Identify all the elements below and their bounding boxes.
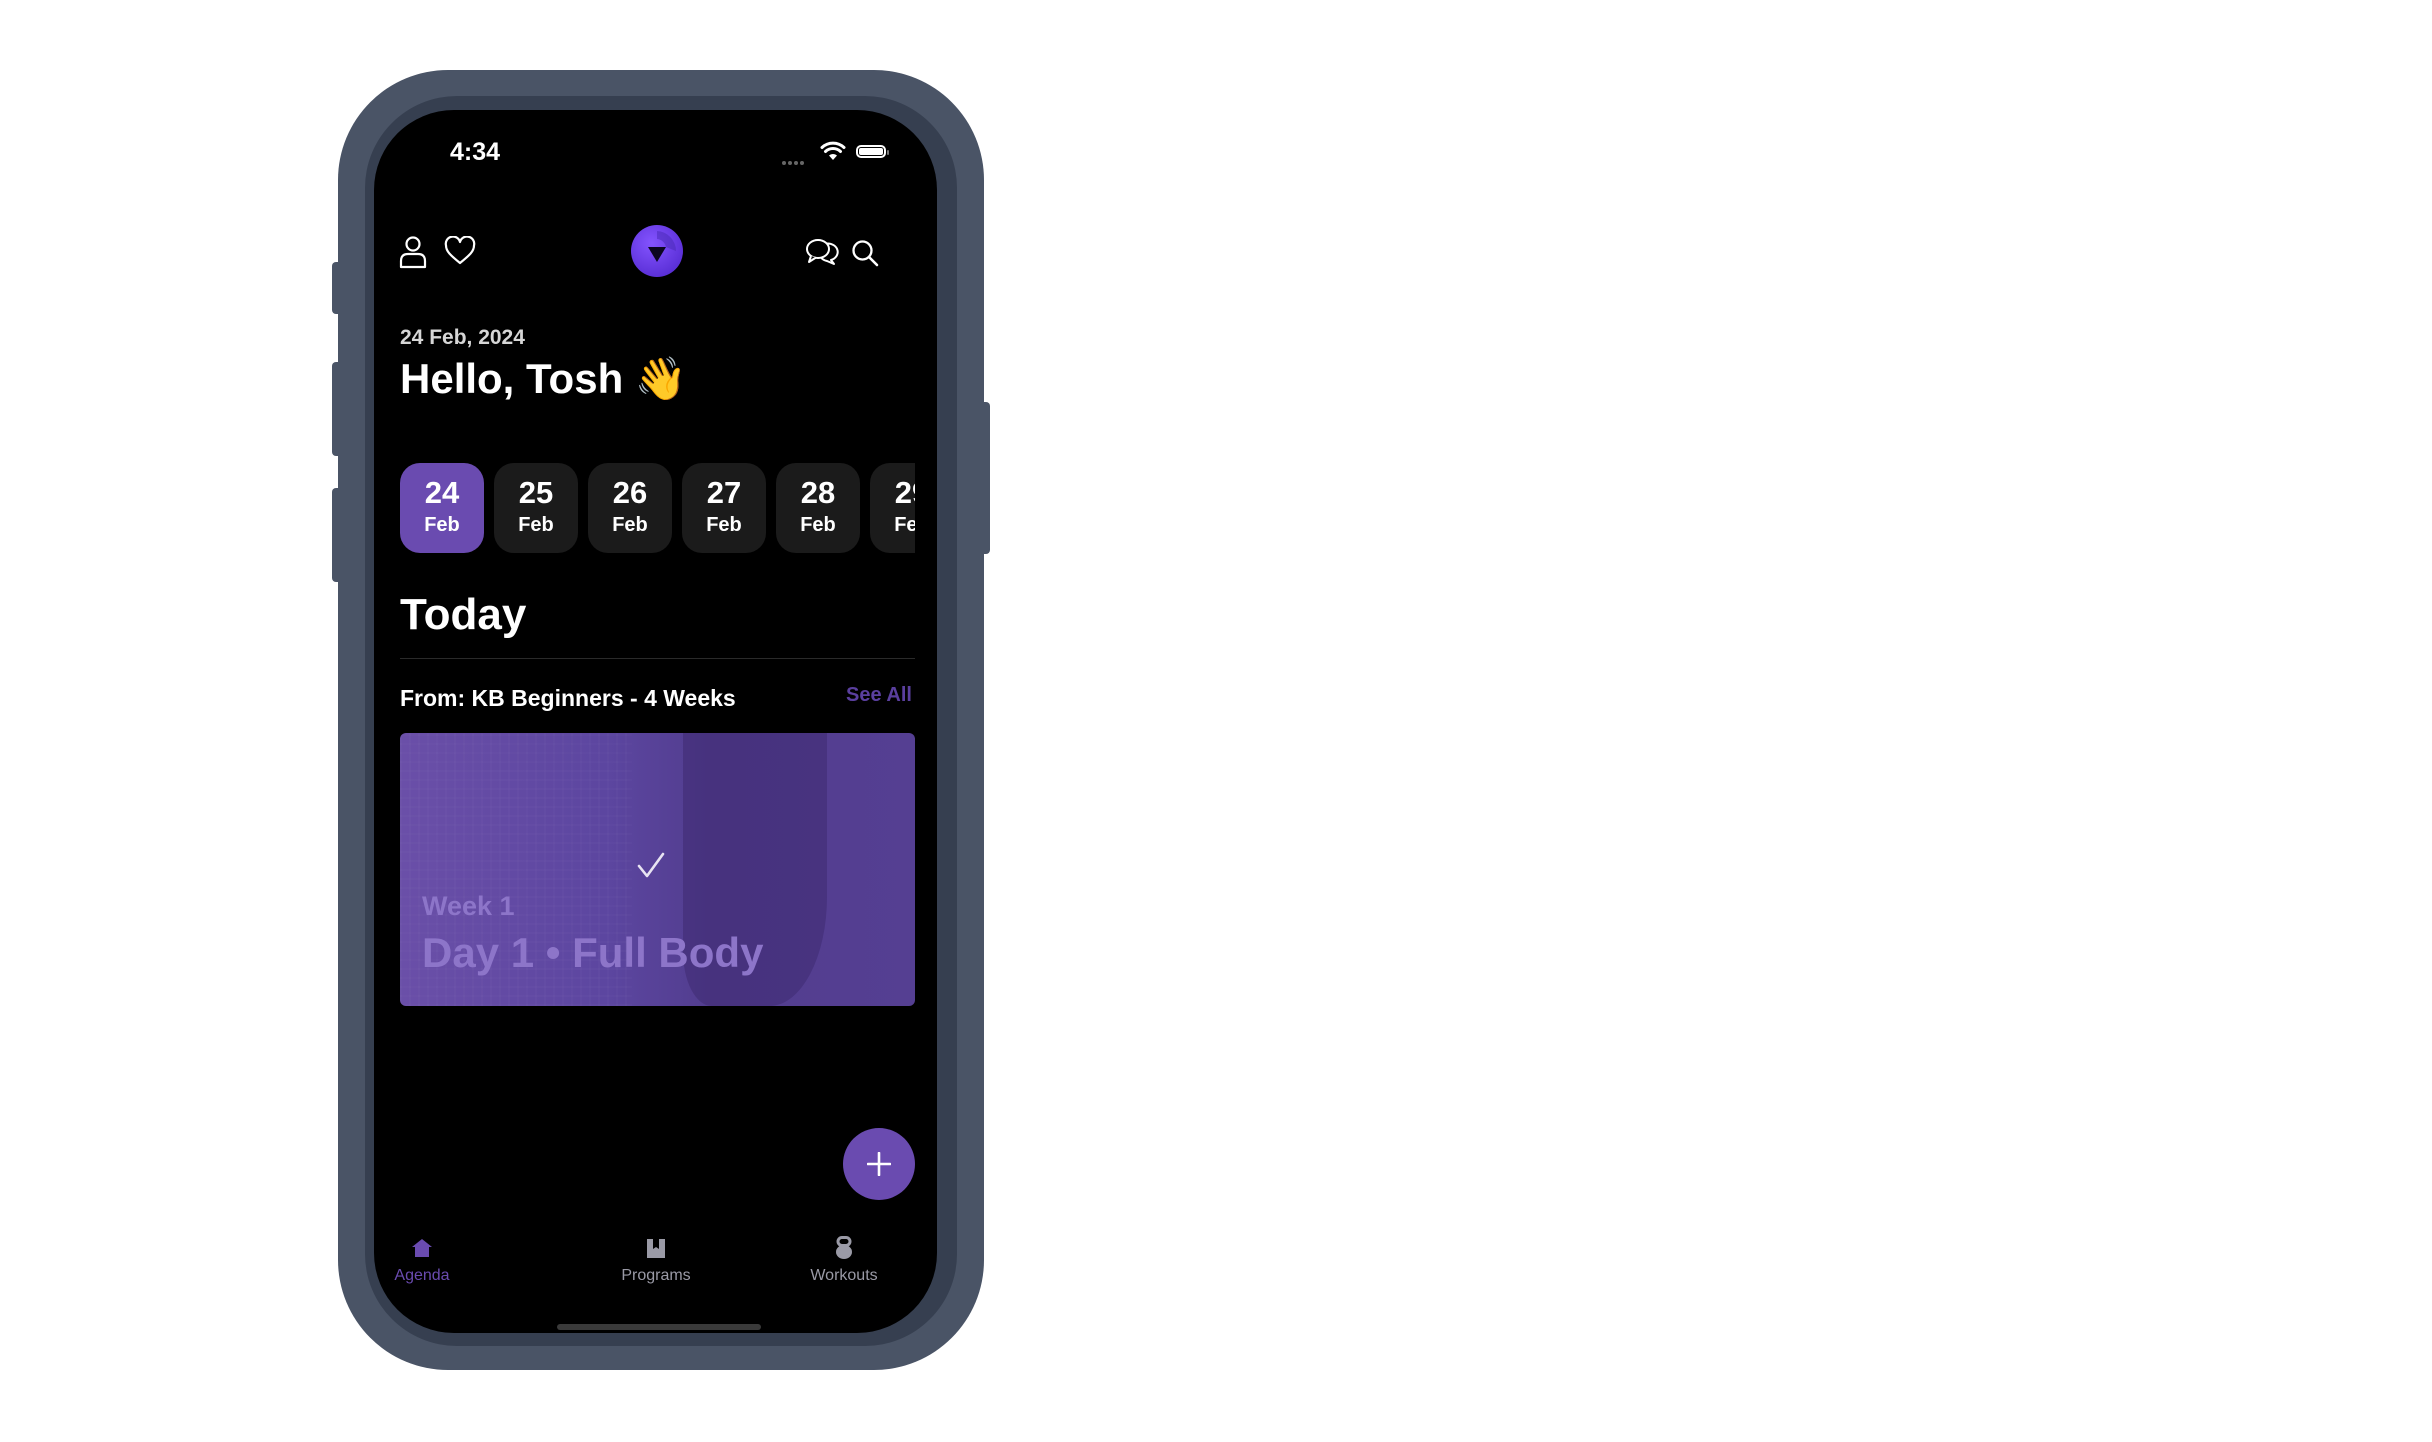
- date-pill-month: Feb: [424, 514, 460, 536]
- phone-silent-switch: [332, 262, 342, 314]
- date-pill-month: Feb: [518, 514, 554, 536]
- status-time: 4:34: [450, 138, 501, 166]
- home-icon: [412, 1239, 432, 1257]
- date-pill[interactable]: 27 Feb: [682, 463, 766, 553]
- date-pill-month: Feb: [612, 514, 648, 536]
- date-pill-day: 27: [706, 475, 742, 510]
- search-icon: [852, 240, 879, 267]
- see-all-link[interactable]: See All: [846, 684, 912, 707]
- greeting-heading: Hello, Tosh 👋: [400, 355, 688, 402]
- battery-icon: [856, 145, 889, 158]
- date-pill-day: 29: [894, 475, 915, 510]
- phone-screen: 4:34 24 Feb, 2024 Hello, Tosh 👋 24 Feb 25 F…: [374, 110, 937, 1333]
- date-pill[interactable]: 25 Feb: [494, 463, 578, 553]
- date-pill-day: 25: [518, 475, 554, 510]
- date-pill-day: 24: [424, 475, 460, 510]
- home-indicator: [557, 1324, 761, 1330]
- phone-volume-down-button: [332, 488, 342, 582]
- checkmark-icon: [636, 851, 666, 883]
- divider: [400, 658, 915, 659]
- phone-volume-up-button: [332, 362, 342, 456]
- tab-workouts[interactable]: Workouts: [784, 1235, 904, 1285]
- tab-label: Workouts: [810, 1267, 878, 1284]
- heart-icon: [444, 235, 476, 265]
- user-icon: [399, 236, 427, 269]
- kettlebell-icon: [836, 1236, 852, 1259]
- section-title-today: Today: [400, 590, 527, 639]
- date-pill-day: 28: [800, 475, 836, 510]
- signal-dots-icon: [782, 150, 806, 169]
- tab-agenda[interactable]: Agenda: [374, 1235, 482, 1285]
- program-source-label: From: KB Beginners - 4 Weeks: [400, 685, 736, 711]
- tab-programs[interactable]: Programs: [596, 1235, 716, 1285]
- date-selector[interactable]: 24 Feb 25 Feb 26 Feb 27 Feb 28 Feb 29 Feb: [400, 463, 915, 555]
- date-pill-month: Feb: [706, 514, 742, 536]
- favorites-button[interactable]: [444, 235, 478, 270]
- messages-button[interactable]: [804, 236, 839, 270]
- program-icon: [647, 1239, 665, 1258]
- search-button[interactable]: [850, 238, 884, 272]
- date-pill[interactable]: 26 Feb: [588, 463, 672, 553]
- card-workout-title: Day 1 • Full Body: [422, 929, 764, 976]
- workout-card[interactable]: Week 1 Day 1 • Full Body: [400, 733, 915, 1006]
- profile-button[interactable]: [398, 234, 432, 269]
- date-pill-day: 26: [612, 475, 648, 510]
- chat-bubbles-icon: [806, 239, 839, 265]
- date-pill[interactable]: 29 Feb: [870, 463, 915, 553]
- date-pill-month: Feb: [894, 514, 915, 536]
- app-logo-icon[interactable]: [631, 225, 683, 277]
- wifi-icon: [820, 140, 846, 166]
- plus-icon: [867, 1152, 891, 1176]
- current-date: 24 Feb, 2024: [400, 326, 525, 349]
- tab-label: Programs: [621, 1267, 691, 1284]
- date-pill[interactable]: 24 Feb: [400, 463, 484, 553]
- card-week-label: Week 1: [422, 891, 515, 921]
- date-pill[interactable]: 28 Feb: [776, 463, 860, 553]
- add-button[interactable]: [843, 1128, 915, 1200]
- date-pill-month: Feb: [800, 514, 836, 536]
- phone-power-button: [980, 402, 990, 554]
- tab-label: Agenda: [394, 1267, 450, 1284]
